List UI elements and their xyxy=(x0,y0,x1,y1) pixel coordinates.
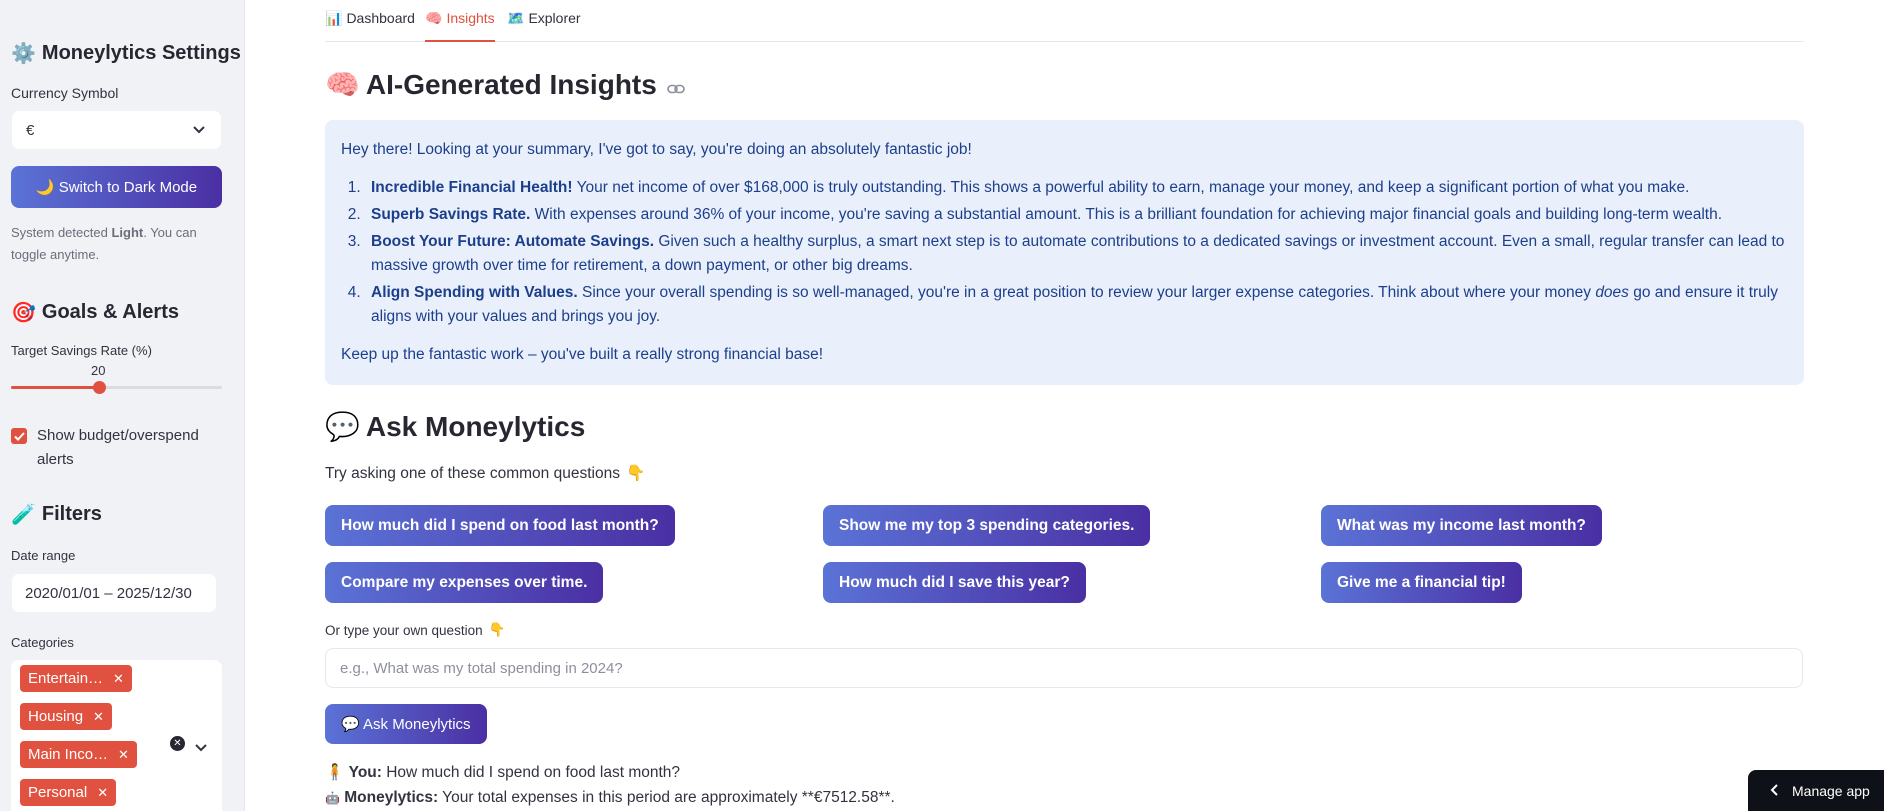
date-range-input[interactable]: 2020/01/01 – 2025/12/30 xyxy=(11,573,217,613)
tab-explorer[interactable]: 🗺️ Explorer xyxy=(507,8,581,42)
insights-title: AI-Generated Insights xyxy=(365,68,657,100)
insights-list: Incredible Financial Health! Your net in… xyxy=(365,176,1788,329)
goals-title: Goals & Alerts xyxy=(41,301,179,323)
gear-icon: ⚙️ xyxy=(11,43,36,65)
savings-label: Target Savings Rate (%) xyxy=(11,343,152,358)
question-button[interactable]: Give me a financial tip! xyxy=(1321,562,1522,603)
ask-prompt: Try asking one of these common questions… xyxy=(325,464,646,483)
insights-box: Hey there! Looking at your summary, I've… xyxy=(325,120,1804,385)
brain-icon: 🧠 xyxy=(325,69,360,100)
chevron-left-icon xyxy=(1770,783,1778,799)
category-chip[interactable]: Personal ✕ xyxy=(20,779,117,806)
category-chip[interactable]: Housing ✕ xyxy=(20,703,112,730)
goals-heading: 🎯 Goals & Alerts xyxy=(11,300,179,325)
savings-value: 20 xyxy=(91,363,106,378)
ask-heading: 💬 Ask Moneylytics xyxy=(325,410,585,443)
custom-question-label: Or type your own question 👇 xyxy=(325,622,506,638)
speech-bubble-icon: 💬 xyxy=(325,411,360,442)
chevron-down-icon xyxy=(191,122,207,138)
list-item: Incredible Financial Health! Your net in… xyxy=(365,176,1788,200)
close-icon[interactable]: ✕ xyxy=(97,785,108,801)
question-button[interactable]: How much did I spend on food last month? xyxy=(325,505,675,546)
person-icon: 🧍 xyxy=(325,764,345,781)
question-button[interactable]: Show me my top 3 spending categories. xyxy=(823,505,1151,546)
pointing-down-icon: 👇 xyxy=(625,465,646,482)
insights-intro: Hey there! Looking at your summary, I've… xyxy=(341,141,972,158)
sidebar: ⚙️ Moneylytics Settings Currency Symbol … xyxy=(0,0,245,811)
question-button[interactable]: What was my income last month? xyxy=(1321,505,1602,546)
list-item: Boost Your Future: Automate Savings. Giv… xyxy=(365,230,1788,278)
currency-select[interactable]: € xyxy=(11,110,222,150)
dark-mode-button[interactable]: 🌙 Switch to Dark Mode xyxy=(11,166,222,208)
robot-icon: 🤖 xyxy=(325,791,340,805)
category-chip[interactable]: Entertain… ✕ xyxy=(20,665,132,692)
insights-closing: Keep up the fantastic work – you've buil… xyxy=(341,346,824,363)
ask-moneylytics-button[interactable]: 💬 Ask Moneylytics xyxy=(325,704,487,744)
chevron-down-icon[interactable] xyxy=(195,739,207,757)
test-tube-icon: 🧪 xyxy=(11,504,36,526)
manage-app-button[interactable]: Manage app xyxy=(1748,770,1884,811)
tab-dashboard[interactable]: 📊 Dashboard xyxy=(325,8,415,42)
slider-fill xyxy=(11,386,99,389)
alerts-label: Show budget/overspend alerts xyxy=(37,427,199,468)
close-icon[interactable]: ✕ xyxy=(113,671,124,687)
bar-chart-icon: 📊 xyxy=(325,10,343,26)
currency-value: € xyxy=(26,121,35,139)
close-icon[interactable]: ✕ xyxy=(93,709,104,725)
chat-bot-message: 🤖 Moneylytics: Your total expenses in th… xyxy=(325,789,895,806)
filters-heading: 🧪 Filters xyxy=(11,502,102,527)
category-chip[interactable]: Main Inco… ✕ xyxy=(20,741,137,768)
question-input[interactable] xyxy=(325,648,1803,688)
link-icon[interactable] xyxy=(667,69,685,101)
ask-title: Ask Moneylytics xyxy=(365,410,586,442)
close-icon[interactable]: ✕ xyxy=(118,747,129,763)
brain-icon: 🧠 xyxy=(425,10,443,26)
date-range-label: Date range xyxy=(11,548,76,563)
insights-heading: 🧠 AI-Generated Insights xyxy=(325,68,685,101)
clear-all-icon[interactable]: ✕ xyxy=(170,736,185,751)
slider-thumb[interactable] xyxy=(93,381,106,394)
categories-label: Categories xyxy=(11,635,74,650)
tab-bar: 📊 Dashboard 🧠 Insights 🗺️ Explorer xyxy=(325,0,1804,42)
map-icon: 🗺️ xyxy=(507,10,525,26)
settings-title: Moneylytics Settings xyxy=(41,42,241,64)
savings-slider[interactable] xyxy=(11,381,222,394)
chat-user-message: 🧍 You: How much did I spend on food last… xyxy=(325,764,681,781)
question-button[interactable]: Compare my expenses over time. xyxy=(325,562,604,603)
target-icon: 🎯 xyxy=(11,302,36,324)
settings-heading: ⚙️ Moneylytics Settings xyxy=(11,41,241,66)
filters-title: Filters xyxy=(41,503,102,525)
alerts-checkbox[interactable] xyxy=(11,428,27,444)
currency-label: Currency Symbol xyxy=(11,85,119,101)
date-range-value: 2020/01/01 – 2025/12/30 xyxy=(25,584,192,602)
question-button[interactable]: How much did I save this year? xyxy=(823,562,1086,603)
system-theme-note: System detected Light. You can toggle an… xyxy=(11,225,197,262)
list-item: Align Spending with Values. Since your o… xyxy=(365,281,1788,329)
list-item: Superb Savings Rate. With expenses aroun… xyxy=(365,203,1788,227)
tab-insights[interactable]: 🧠 Insights xyxy=(425,8,495,42)
pointing-down-icon: 👇 xyxy=(488,622,506,637)
